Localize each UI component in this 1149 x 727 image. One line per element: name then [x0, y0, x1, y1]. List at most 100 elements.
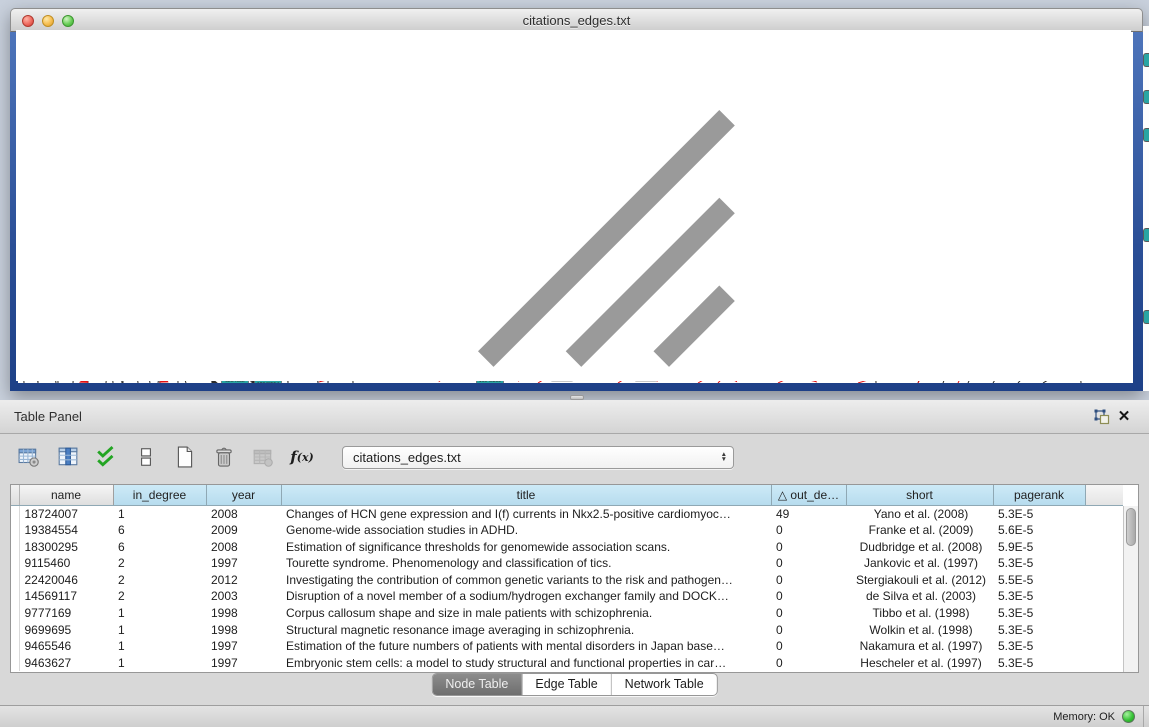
table-scrollbar[interactable]	[1123, 506, 1138, 672]
float-panel-icon[interactable]	[1091, 407, 1113, 427]
table-cell[interactable]: Disruption of a novel member of a sodium…	[281, 588, 771, 605]
table-cell[interactable]: 5.3E-5	[993, 505, 1085, 522]
table-cell[interactable]: 1998	[206, 605, 281, 622]
zoom-button[interactable]	[62, 15, 74, 27]
table-cell[interactable]: 19384554	[19, 522, 113, 539]
table-cell[interactable]: Wolkin et al. (1998)	[846, 622, 993, 639]
table-cell[interactable]: Dudbridge et al. (2008)	[846, 539, 993, 556]
table-cell[interactable]: Hescheler et al. (1997)	[846, 655, 993, 672]
table-cell[interactable]: 5.3E-5	[993, 588, 1085, 605]
table-cell[interactable]: 1	[113, 505, 206, 522]
column-header-year[interactable]: year	[206, 485, 281, 505]
table-cell[interactable]: 0	[771, 555, 846, 572]
show-column-icon[interactable]	[55, 444, 81, 470]
table-cell[interactable]: 9699695	[19, 622, 113, 639]
column-header-name[interactable]: name	[19, 485, 113, 505]
table-cell[interactable]: Nakamura et al. (1997)	[846, 638, 993, 655]
function-builder-icon[interactable]: f(x)	[289, 444, 315, 470]
table-row[interactable]: 946362711997Embryonic stem cells: a mode…	[11, 655, 1123, 672]
new-document-icon[interactable]	[172, 444, 198, 470]
table-row[interactable]: 977716911998Corpus callosum shape and si…	[11, 605, 1123, 622]
table-row[interactable]: 1938455462009Genome-wide association stu…	[11, 522, 1123, 539]
table-cell[interactable]: Tourette syndrome. Phenomenology and cla…	[281, 555, 771, 572]
tab-network-table[interactable]: Network Table	[611, 674, 717, 695]
delete-table-icon[interactable]	[250, 444, 276, 470]
memory-ok-indicator-icon[interactable]	[1122, 710, 1135, 723]
table-cell[interactable]: 0	[771, 539, 846, 556]
table-cell[interactable]: 2003	[206, 588, 281, 605]
table-cell[interactable]: 2008	[206, 539, 281, 556]
table-cell[interactable]: 18724007	[19, 505, 113, 522]
table-cell[interactable]: 5.3E-5	[993, 622, 1085, 639]
close-panel-icon[interactable]: ✕	[1113, 407, 1135, 427]
table-cell[interactable]: 49	[771, 505, 846, 522]
table-cell[interactable]: Tibbo et al. (1998)	[846, 605, 993, 622]
table-cell[interactable]: 0	[771, 638, 846, 655]
table-cell[interactable]: Stergiakouli et al. (2012)	[846, 572, 993, 589]
table-cell[interactable]: 6	[113, 522, 206, 539]
table-cell[interactable]: de Silva et al. (2003)	[846, 588, 993, 605]
column-header-out_de[interactable]: △ out_de…	[771, 485, 846, 505]
tab-node-table[interactable]: Node Table	[432, 674, 521, 695]
table-cell[interactable]: 1997	[206, 638, 281, 655]
select-all-icon[interactable]	[94, 444, 120, 470]
table-cell[interactable]: 0	[771, 605, 846, 622]
table-cell[interactable]: Changes of HCN gene expression and I(f) …	[281, 505, 771, 522]
table-cell[interactable]: Estimation of significance thresholds fo…	[281, 539, 771, 556]
table-cell[interactable]: Corpus callosum shape and size in male p…	[281, 605, 771, 622]
table-cell[interactable]: 5.5E-5	[993, 572, 1085, 589]
table-cell[interactable]: 5.9E-5	[993, 539, 1085, 556]
scrollbar-thumb[interactable]	[1126, 508, 1136, 546]
table-settings-icon[interactable]	[16, 444, 42, 470]
table-cell[interactable]: Yano et al. (2008)	[846, 505, 993, 522]
table-cell[interactable]: 1998	[206, 622, 281, 639]
table-cell[interactable]: Investigating the contribution of common…	[281, 572, 771, 589]
minimize-button[interactable]	[42, 15, 54, 27]
table-cell[interactable]: 2	[113, 588, 206, 605]
table-cell[interactable]: 1	[113, 605, 206, 622]
table-cell[interactable]: Franke et al. (2009)	[846, 522, 993, 539]
table-cell[interactable]: 5.3E-5	[993, 638, 1085, 655]
tab-edge-table[interactable]: Edge Table	[521, 674, 610, 695]
table-cell[interactable]: Jankovic et al. (1997)	[846, 555, 993, 572]
table-cell[interactable]: 5.6E-5	[993, 522, 1085, 539]
table-cell[interactable]: 22420046	[19, 572, 113, 589]
table-cell[interactable]: 5.3E-5	[993, 655, 1085, 672]
table-cell[interactable]: 2008	[206, 505, 281, 522]
table-row[interactable]: 2242004622012Investigating the contribut…	[11, 572, 1123, 589]
table-cell[interactable]: 2012	[206, 572, 281, 589]
window-resize-grip[interactable]	[16, 30, 1131, 381]
table-cell[interactable]: 9465546	[19, 638, 113, 655]
table-cell[interactable]: 0	[771, 522, 846, 539]
table-cell[interactable]: 18300295	[19, 539, 113, 556]
table-cell[interactable]: 9115460	[19, 555, 113, 572]
table-cell[interactable]: 2	[113, 555, 206, 572]
table-cell[interactable]: 5.3E-5	[993, 555, 1085, 572]
table-row[interactable]: 1830029562008Estimation of significance …	[11, 539, 1123, 556]
table-cell[interactable]: 0	[771, 655, 846, 672]
table-cell[interactable]: 5.3E-5	[993, 605, 1085, 622]
table-row[interactable]: 1872400712008Changes of HCN gene express…	[11, 505, 1123, 522]
table-cell[interactable]: Embryonic stem cells: a model to study s…	[281, 655, 771, 672]
table-row[interactable]: 911546021997Tourette syndrome. Phenomeno…	[11, 555, 1123, 572]
table-cell[interactable]: Structural magnetic resonance image aver…	[281, 622, 771, 639]
table-cell[interactable]: 6	[113, 539, 206, 556]
table-cell[interactable]: 14569117	[19, 588, 113, 605]
table-cell[interactable]: Genome-wide association studies in ADHD.	[281, 522, 771, 539]
table-panel-titlebar[interactable]: Table Panel ✕	[0, 400, 1149, 434]
table-cell[interactable]: 1	[113, 655, 206, 672]
column-header-pagerank[interactable]: pagerank	[993, 485, 1085, 505]
network-window-titlebar[interactable]: citations_edges.txt	[10, 8, 1143, 32]
table-cell[interactable]: 0	[771, 588, 846, 605]
table-cell[interactable]: 9463627	[19, 655, 113, 672]
column-header-short[interactable]: short	[846, 485, 993, 505]
table-cell[interactable]: 1997	[206, 555, 281, 572]
table-cell[interactable]: Estimation of the future numbers of pati…	[281, 638, 771, 655]
table-cell[interactable]: 0	[771, 622, 846, 639]
table-row[interactable]: 969969511998Structural magnetic resonanc…	[11, 622, 1123, 639]
table-row[interactable]: 1456911722003Disruption of a novel membe…	[11, 588, 1123, 605]
unselect-rows-icon[interactable]	[133, 444, 159, 470]
table-cell[interactable]: 9777169	[19, 605, 113, 622]
column-header-title[interactable]: title	[281, 485, 771, 505]
close-button[interactable]	[22, 15, 34, 27]
